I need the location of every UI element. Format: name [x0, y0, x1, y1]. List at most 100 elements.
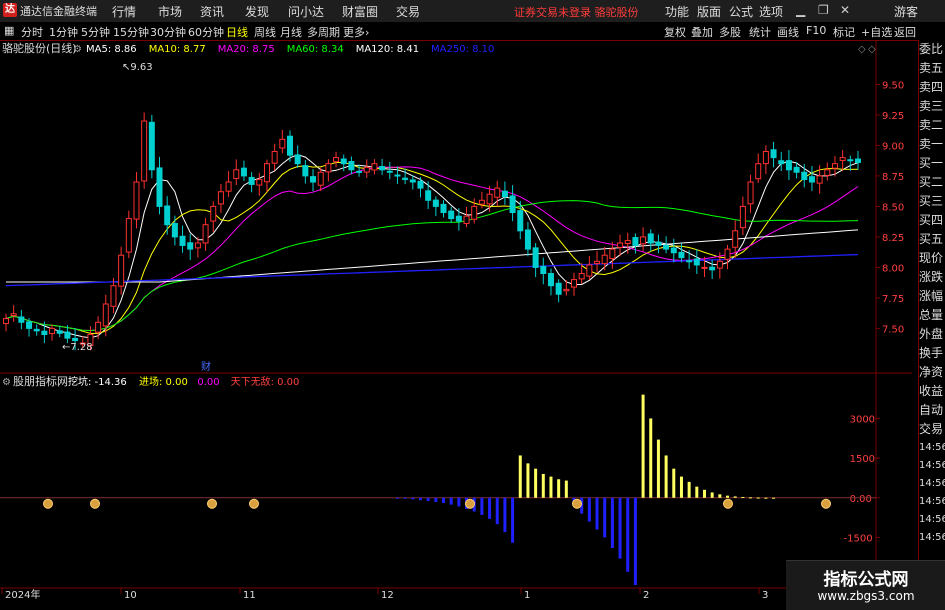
- menu-trade[interactable]: 交易: [396, 3, 420, 20]
- candle-body: [110, 285, 117, 307]
- collapse-icon[interactable]: ◇: [868, 44, 876, 55]
- tool-adjust[interactable]: 复权: [664, 24, 686, 40]
- high-price-value: 9.63: [130, 62, 152, 73]
- candle-body: [402, 177, 409, 181]
- indicator-bar: [418, 497, 422, 501]
- candle-body: [724, 248, 731, 260]
- candle-body: [801, 171, 808, 181]
- restore-icon[interactable]: ❐: [818, 3, 829, 17]
- candle-body: [571, 279, 577, 288]
- candle-body: [18, 316, 25, 323]
- menu-function[interactable]: 功能: [665, 3, 689, 20]
- candle-body: [463, 215, 470, 224]
- menu-news[interactable]: 资讯: [200, 3, 224, 20]
- menu-wealth[interactable]: 财富圈: [342, 3, 378, 20]
- candle-body: [256, 179, 263, 186]
- tool-multi-stock[interactable]: 多股: [719, 24, 741, 40]
- indicator-bar: [764, 497, 768, 499]
- settings-gear-icon[interactable]: ⚙: [73, 44, 82, 55]
- sub-settings-gear-icon[interactable]: ⚙: [2, 377, 11, 388]
- indicator-bar: [610, 497, 614, 548]
- money-bag-icon: [465, 498, 475, 509]
- indicator-bars: [395, 394, 776, 585]
- candle-body: [770, 149, 777, 159]
- candle-body: [831, 163, 838, 169]
- candle-body: [440, 203, 447, 213]
- side-time-label: 14:56: [919, 496, 945, 507]
- price-tick-label: 7.75: [882, 294, 904, 305]
- candle-body: [670, 247, 677, 254]
- menu-formula[interactable]: 公式: [729, 3, 753, 20]
- indicator-bar: [403, 497, 407, 499]
- candle-body: [333, 157, 340, 163]
- indicator-bar: [626, 497, 630, 572]
- candle-body: [617, 242, 624, 248]
- menu-ask[interactable]: 问小达: [288, 3, 324, 20]
- candle-body: [624, 240, 631, 245]
- grid-icon[interactable]: ▦: [4, 24, 14, 37]
- menu-discover[interactable]: 发现: [245, 3, 269, 20]
- time-axis-labels: 2024年 10 11 12 1 2 3: [1, 588, 768, 600]
- indicator-bar: [603, 497, 607, 538]
- candle-body: [125, 218, 132, 253]
- indicator-bar: [518, 455, 522, 498]
- quote-side-panel: 委比 卖五 卖四 卖三 卖二 卖一 买一 买二 买三 买四 买五 现价 涨跌 涨幅 总量 外盘 换手 净资 收益 自动…: [918, 40, 945, 609]
- ma-legend-item: MA10: 8.77: [149, 44, 206, 55]
- minimize-icon[interactable]: ▁: [796, 3, 805, 17]
- period-tab-timeshare[interactable]: 分时: [21, 24, 43, 40]
- watermark-title: 指标公式网: [823, 570, 909, 590]
- period-tab-15min[interactable]: 15分钟: [113, 24, 149, 40]
- candle-body: [3, 318, 9, 325]
- candle-body: [747, 181, 754, 205]
- login-status[interactable]: 证券交易未登录 骆驼股份: [514, 4, 639, 20]
- tool-overlay[interactable]: 叠加: [691, 24, 713, 40]
- side-label: 买四: [919, 213, 944, 227]
- candle-body: [210, 205, 217, 222]
- tool-mark[interactable]: 标记: [833, 24, 855, 40]
- event-marker[interactable]: 财: [201, 360, 211, 373]
- period-tab-monthly[interactable]: 月线: [280, 24, 302, 40]
- tool-back[interactable]: 返回: [894, 24, 916, 40]
- side-label: 卖三: [919, 99, 944, 113]
- close-icon[interactable]: ✕: [840, 3, 850, 17]
- indicator-bar: [457, 497, 461, 507]
- time-tick-label: 2024年: [5, 588, 40, 600]
- menu-market[interactable]: 市场: [158, 3, 182, 20]
- tool-draw[interactable]: 画线: [777, 24, 799, 40]
- tool-f10[interactable]: F10: [806, 24, 826, 37]
- tool-stats[interactable]: 统计: [749, 24, 771, 40]
- candle-body: [793, 166, 800, 173]
- diamond-icon[interactable]: ◇: [858, 44, 866, 55]
- candle-body: [271, 151, 278, 164]
- sub-legend-item: 0.00: [197, 377, 219, 388]
- candle-body: [225, 181, 232, 192]
- indicator-tick-label: 0.00: [850, 494, 872, 505]
- indicator-bar: [595, 497, 599, 530]
- candle-body: [686, 260, 693, 263]
- menu-layout[interactable]: 版面: [697, 3, 721, 20]
- candle-body: [379, 166, 386, 171]
- side-label: 涨幅: [919, 289, 944, 303]
- period-tab-multi[interactable]: 多周期: [307, 24, 340, 40]
- period-tab-5min[interactable]: 5分钟: [81, 24, 110, 40]
- app-title: 通达信金融终端: [20, 5, 97, 18]
- period-tab-1min[interactable]: 1分钟: [49, 24, 78, 40]
- kline-chart[interactable]: 骆驼股份(日线) ⚙ MA5: 8.86 MA10: 8.77 MA20: 8.75…: [0, 40, 912, 600]
- tool-add-watchlist[interactable]: +自选: [861, 24, 892, 40]
- period-tab-weekly[interactable]: 周线: [254, 24, 276, 40]
- period-tab-30min[interactable]: 30分钟: [150, 24, 186, 40]
- menu-quotes[interactable]: 行情: [112, 3, 136, 20]
- period-tab-daily[interactable]: 日线: [226, 24, 248, 40]
- money-bag-icon: [90, 498, 100, 509]
- candle-body: [356, 170, 363, 173]
- candle-body: [739, 205, 746, 229]
- money-bag-icon: [572, 498, 582, 509]
- indicator-bar: [649, 418, 653, 498]
- menu-options[interactable]: 选项: [759, 3, 783, 20]
- period-tab-60min[interactable]: 60分钟: [188, 24, 224, 40]
- period-tab-more[interactable]: 更多›: [343, 24, 369, 40]
- indicator-bar: [695, 486, 699, 498]
- indicator-bar: [564, 480, 568, 498]
- guest-label[interactable]: 游客: [894, 3, 918, 20]
- candle-body: [72, 337, 79, 342]
